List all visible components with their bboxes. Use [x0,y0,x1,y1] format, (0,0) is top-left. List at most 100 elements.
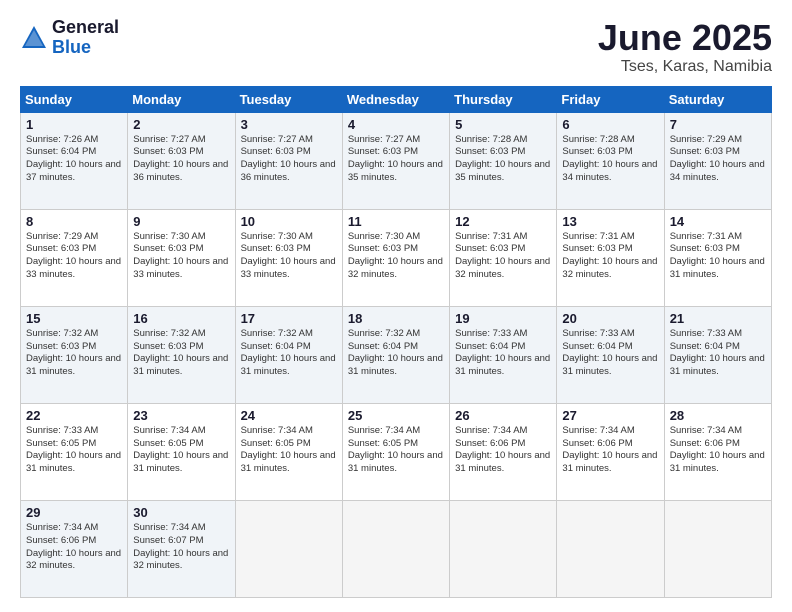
calendar-cell [664,500,771,597]
calendar-cell: 9 Sunrise: 7:30 AMSunset: 6:03 PMDaylight… [128,209,235,306]
calendar-cell: 20Sunrise: 7:33 AMSunset: 6:04 PMDayligh… [557,306,664,403]
header-friday: Friday [557,86,664,112]
day-number: 25 [348,408,444,423]
day-info: Sunrise: 7:30 AMSunset: 6:03 PMDaylight:… [133,231,228,280]
calendar-table: Sunday Monday Tuesday Wednesday Thursday… [20,86,772,598]
day-info: Sunrise: 7:34 AMSunset: 6:06 PMDaylight:… [670,425,765,474]
calendar-row: 22 Sunrise: 7:33 AMSunset: 6:05 PMDayligh… [21,403,772,500]
calendar-cell: 28 Sunrise: 7:34 AMSunset: 6:06 PMDayligh… [664,403,771,500]
calendar-cell: 18 Sunrise: 7:32 AMSunset: 6:04 PMDayligh… [342,306,449,403]
day-number: 15 [26,311,122,326]
header-wednesday: Wednesday [342,86,449,112]
day-info: Sunrise: 7:31 AMSunset: 6:03 PMDaylight:… [562,231,657,280]
day-number: 3 [241,117,337,132]
day-number: 12 [455,214,551,229]
calendar-cell: 13 Sunrise: 7:31 AMSunset: 6:03 PMDayligh… [557,209,664,306]
weekday-header-row: Sunday Monday Tuesday Wednesday Thursday… [21,86,772,112]
header-sunday: Sunday [21,86,128,112]
calendar-cell: 8 Sunrise: 7:29 AMSunset: 6:03 PMDaylight… [21,209,128,306]
day-info: Sunrise: 7:33 AMSunset: 6:05 PMDaylight:… [26,425,121,474]
calendar-cell: 4 Sunrise: 7:27 AMSunset: 6:03 PMDaylight… [342,112,449,209]
day-number: 9 [133,214,229,229]
day-number: 1 [26,117,122,132]
day-number: 19 [455,311,551,326]
day-info: Sunrise: 7:30 AMSunset: 6:03 PMDaylight:… [348,231,443,280]
header-tuesday: Tuesday [235,86,342,112]
day-info: Sunrise: 7:32 AMSunset: 6:03 PMDaylight:… [133,328,228,377]
calendar-cell: 2 Sunrise: 7:27 AMSunset: 6:03 PMDaylight… [128,112,235,209]
calendar-cell: 22 Sunrise: 7:33 AMSunset: 6:05 PMDayligh… [21,403,128,500]
day-number: 21 [670,311,766,326]
header-saturday: Saturday [664,86,771,112]
day-info: Sunrise: 7:34 AMSunset: 6:05 PMDaylight:… [241,425,336,474]
day-info: Sunrise: 7:33 AMSunset: 6:04 PMDaylight:… [455,328,550,377]
calendar-cell: 19 Sunrise: 7:33 AMSunset: 6:04 PMDayligh… [450,306,557,403]
day-number: 17 [241,311,337,326]
header-thursday: Thursday [450,86,557,112]
day-number: 28 [670,408,766,423]
calendar-cell: 26Sunrise: 7:34 AMSunset: 6:06 PMDayligh… [450,403,557,500]
calendar-cell: 7Sunrise: 7:29 AMSunset: 6:03 PMDaylight… [664,112,771,209]
day-info: Sunrise: 7:29 AMSunset: 6:03 PMDaylight:… [670,134,765,183]
calendar-cell: 3 Sunrise: 7:27 AMSunset: 6:03 PMDaylight… [235,112,342,209]
day-number: 5 [455,117,551,132]
calendar-cell: 14 Sunrise: 7:31 AMSunset: 6:03 PMDayligh… [664,209,771,306]
day-info: Sunrise: 7:34 AMSunset: 6:06 PMDaylight:… [562,425,657,474]
day-number: 30 [133,505,229,520]
calendar-cell [342,500,449,597]
day-number: 16 [133,311,229,326]
day-number: 18 [348,311,444,326]
day-info: Sunrise: 7:32 AMSunset: 6:04 PMDaylight:… [348,328,443,377]
title-block: June 2025 Tses, Karas, Namibia [598,18,772,76]
calendar-row: 15 Sunrise: 7:32 AMSunset: 6:03 PMDayligh… [21,306,772,403]
calendar-row: 1 Sunrise: 7:26 AMSunset: 6:04 PMDaylight… [21,112,772,209]
day-info: Sunrise: 7:31 AMSunset: 6:03 PMDaylight:… [670,231,765,280]
day-number: 22 [26,408,122,423]
calendar-cell: 12 Sunrise: 7:31 AMSunset: 6:03 PMDayligh… [450,209,557,306]
day-info: Sunrise: 7:26 AMSunset: 6:04 PMDaylight:… [26,134,121,183]
calendar-cell: 17 Sunrise: 7:32 AMSunset: 6:04 PMDayligh… [235,306,342,403]
calendar-cell: 1 Sunrise: 7:26 AMSunset: 6:04 PMDaylight… [21,112,128,209]
header-monday: Monday [128,86,235,112]
calendar-cell [557,500,664,597]
calendar-cell: 23Sunrise: 7:34 AMSunset: 6:05 PMDayligh… [128,403,235,500]
day-info: Sunrise: 7:27 AMSunset: 6:03 PMDaylight:… [241,134,336,183]
day-info: Sunrise: 7:28 AMSunset: 6:03 PMDaylight:… [562,134,657,183]
day-info: Sunrise: 7:28 AMSunset: 6:03 PMDaylight:… [455,134,550,183]
day-number: 8 [26,214,122,229]
day-info: Sunrise: 7:27 AMSunset: 6:03 PMDaylight:… [133,134,228,183]
day-number: 4 [348,117,444,132]
day-info: Sunrise: 7:31 AMSunset: 6:03 PMDaylight:… [455,231,550,280]
day-info: Sunrise: 7:34 AMSunset: 6:07 PMDaylight:… [133,522,228,571]
day-info: Sunrise: 7:34 AMSunset: 6:06 PMDaylight:… [26,522,121,571]
day-info: Sunrise: 7:33 AMSunset: 6:04 PMDaylight:… [670,328,765,377]
day-info: Sunrise: 7:29 AMSunset: 6:03 PMDaylight:… [26,231,121,280]
day-info: Sunrise: 7:32 AMSunset: 6:04 PMDaylight:… [241,328,336,377]
calendar-cell: 15 Sunrise: 7:32 AMSunset: 6:03 PMDayligh… [21,306,128,403]
day-number: 23 [133,408,229,423]
day-info: Sunrise: 7:34 AMSunset: 6:05 PMDaylight:… [348,425,443,474]
calendar-cell: 27Sunrise: 7:34 AMSunset: 6:06 PMDayligh… [557,403,664,500]
calendar-cell: 21 Sunrise: 7:33 AMSunset: 6:04 PMDayligh… [664,306,771,403]
calendar-row: 8 Sunrise: 7:29 AMSunset: 6:03 PMDaylight… [21,209,772,306]
calendar-title: June 2025 [598,18,772,58]
calendar-row: 29 Sunrise: 7:34 AMSunset: 6:06 PMDayligh… [21,500,772,597]
logo-general: General [52,18,119,38]
logo: General Blue [20,18,119,58]
day-number: 14 [670,214,766,229]
calendar-cell: 30 Sunrise: 7:34 AMSunset: 6:07 PMDayligh… [128,500,235,597]
calendar-cell: 6Sunrise: 7:28 AMSunset: 6:03 PMDaylight… [557,112,664,209]
day-number: 29 [26,505,122,520]
calendar-cell [450,500,557,597]
day-number: 11 [348,214,444,229]
logo-blue: Blue [52,38,119,58]
calendar-cell [235,500,342,597]
day-info: Sunrise: 7:34 AMSunset: 6:06 PMDaylight:… [455,425,550,474]
day-info: Sunrise: 7:27 AMSunset: 6:03 PMDaylight:… [348,134,443,183]
calendar-cell: 25 Sunrise: 7:34 AMSunset: 6:05 PMDayligh… [342,403,449,500]
calendar-cell: 24Sunrise: 7:34 AMSunset: 6:05 PMDayligh… [235,403,342,500]
day-number: 2 [133,117,229,132]
day-info: Sunrise: 7:32 AMSunset: 6:03 PMDaylight:… [26,328,121,377]
day-number: 13 [562,214,658,229]
day-number: 10 [241,214,337,229]
